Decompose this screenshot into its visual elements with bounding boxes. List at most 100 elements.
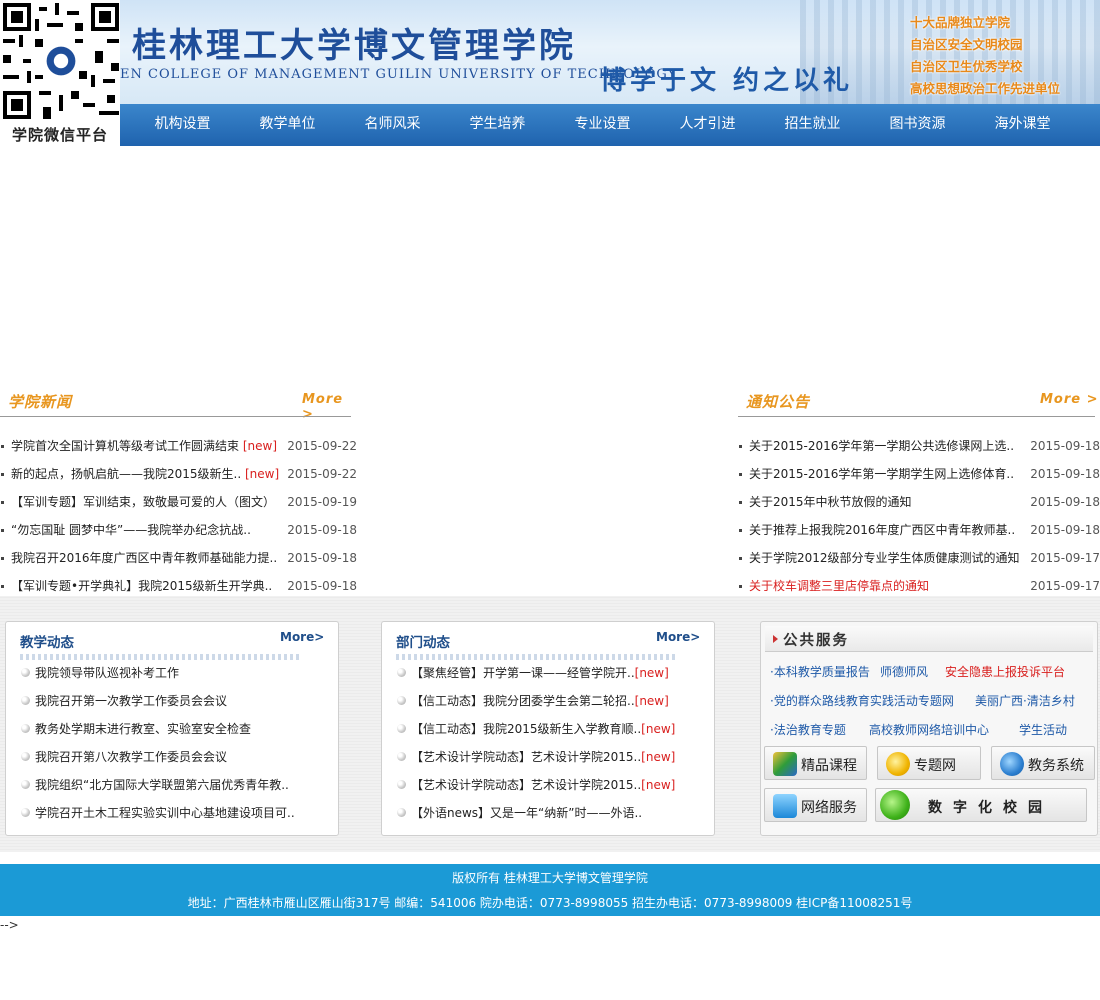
department-dynamics-panel: 部门动态 More> 【聚焦经管】开学第一课——经管学院开..[new] 【信工… — [381, 621, 715, 836]
dept-title: 部门动态 — [396, 635, 450, 651]
teaching-title: 教学动态 — [20, 635, 74, 651]
notice-divider — [738, 416, 1095, 417]
notice-date: 2015-09-18 — [1030, 495, 1100, 509]
nav-item-majors[interactable]: 专业设置 — [550, 104, 655, 146]
nav-item-teaching-units[interactable]: 教学单位 — [235, 104, 340, 146]
topic-site-button[interactable]: 专题网 — [877, 746, 981, 780]
honor-item: 高校思想政治工作先进单位 — [910, 81, 1061, 96]
service-link-law-education[interactable]: ·法治教育专题 — [770, 721, 846, 738]
school-name-en: EN COLLEGE OF MANAGEMENT GUILIN UNIVERSI… — [120, 67, 678, 82]
teaching-link[interactable]: 我院召开第一次教学工作委员会会议 — [35, 687, 227, 715]
notice-date: 2015-09-18 — [1030, 523, 1100, 537]
news-date: 2015-09-22 — [287, 467, 357, 481]
bullet-icon — [397, 696, 406, 705]
notice-link[interactable]: 关于学院2012级部分专业学生体质健康测试的通知 — [749, 544, 1020, 572]
school-motto: 博学于文 约之以礼 — [600, 66, 854, 96]
digital-campus-icon — [880, 790, 910, 820]
bullet-icon — [397, 808, 406, 817]
bullet-icon — [21, 752, 30, 761]
news-link[interactable]: 新的起点，扬帆启航——我院2015级新生.. [new] — [11, 460, 279, 488]
teaching-link[interactable]: 教务处学期末进行教室、实验室安全检查 — [35, 715, 251, 743]
service-link-teacher-ethics[interactable]: 师德师风 — [880, 663, 928, 680]
notice-link[interactable]: 关于2015-2016学年第一学期公共选修课网上选.. — [749, 432, 1014, 460]
header-banner: 桂林理工大学博文管理学院 EN COLLEGE OF MANAGEMENT GU… — [120, 0, 1100, 104]
list-item: 关于2015-2016学年第一学期学生网上选修体育.. 2015-09-18 — [738, 460, 1100, 488]
new-badge: [new] — [634, 666, 669, 680]
bullet-icon — [1, 445, 4, 448]
news-link[interactable]: 我院召开2016年度广西区中青年教师基础能力提.. — [11, 544, 277, 572]
academic-system-button[interactable]: 教务系统 — [991, 746, 1095, 780]
teaching-link[interactable]: 我院组织“北方国际大学联盟第六届优秀青年教.. — [35, 771, 289, 799]
news-link[interactable]: “勿忘国耻 圆梦中华”——我院举办纪念抗战.. — [11, 516, 251, 544]
digital-campus-button[interactable]: 数字化校园 — [875, 788, 1087, 822]
bullet-icon — [397, 724, 406, 733]
teaching-link[interactable]: 我院召开第八次教学工作委员会会议 — [35, 743, 227, 771]
dept-link[interactable]: 【信工动态】我院分团委学生会第二轮招..[new] — [411, 687, 669, 715]
globe-icon — [1000, 752, 1024, 776]
service-link-safety-report[interactable]: 安全隐患上报投诉平台 — [945, 663, 1065, 680]
bullet-icon — [397, 752, 406, 761]
secondary-section: 教学动态 More> 我院领导带队巡视补考工作 我院召开第一次教学工作委员会会议… — [0, 596, 1100, 852]
notice-date: 2015-09-18 — [1030, 439, 1100, 453]
nav-item-famous-teachers[interactable]: 名师风采 — [340, 104, 445, 146]
page-header: 学院微信平台 桂林理工大学博文管理学院 EN COLLEGE OF MANAGE… — [0, 0, 1100, 146]
list-item: 我院召开2016年度广西区中青年教师基础能力提.. 2015-09-18 — [0, 544, 360, 572]
nav-item-library[interactable]: 图书资源 — [865, 104, 970, 146]
dept-link[interactable]: 【聚焦经管】开学第一课——经管学院开..[new] — [411, 659, 669, 687]
notice-link[interactable]: 关于推荐上报我院2016年度广西区中青年教师基.. — [749, 516, 1015, 544]
bullet-icon — [1, 473, 4, 476]
notice-link[interactable]: 关于2015-2016学年第一学期学生网上选修体育.. — [749, 460, 1014, 488]
quality-course-button[interactable]: 精品课程 — [764, 746, 867, 780]
dept-link[interactable]: 【信工动态】我院2015级新生入学教育顺..[new] — [411, 715, 675, 743]
honor-item: 自治区卫生优秀学校 — [910, 59, 1023, 74]
dept-more-link[interactable]: More> — [656, 630, 700, 644]
teaching-link[interactable]: 我院领导带队巡视补考工作 — [35, 659, 179, 687]
new-badge: [new] — [242, 439, 278, 453]
notice-date: 2015-09-17 — [1030, 551, 1100, 565]
teaching-dynamics-panel: 教学动态 More> 我院领导带队巡视补考工作 我院召开第一次教学工作委员会会议… — [5, 621, 339, 836]
service-link-teaching-quality[interactable]: ·本科教学质量报告 — [770, 663, 870, 680]
news-more-link[interactable]: More > — [302, 392, 360, 422]
news-date: 2015-09-19 — [287, 495, 357, 509]
notice-title: 通知公告 — [746, 393, 811, 411]
new-badge: [new] — [641, 750, 676, 764]
bullet-icon — [739, 501, 742, 504]
monitor-icon — [773, 794, 797, 818]
list-item: 新的起点，扬帆启航——我院2015级新生.. [new] 2015-09-22 — [0, 460, 360, 488]
new-badge: [new] — [641, 778, 676, 792]
nav-item-overseas[interactable]: 海外课堂 — [970, 104, 1075, 146]
news-date: 2015-09-22 — [287, 439, 357, 453]
teaching-link[interactable]: 学院召开土木工程实验实训中心基地建设项目可.. — [35, 799, 295, 827]
service-link-teacher-training[interactable]: 高校教师网络培训中心 — [869, 721, 989, 738]
bullet-icon — [1, 501, 4, 504]
teaching-more-link[interactable]: More> — [280, 630, 324, 644]
list-item: 【军训专题】军训结束，致敬最可爱的人（图文） 2015-09-19 — [0, 488, 360, 516]
dept-link[interactable]: 【艺术设计学院动态】艺术设计学院2015..[new] — [411, 771, 675, 799]
bullet-icon — [21, 696, 30, 705]
network-service-button[interactable]: 网络服务 — [764, 788, 867, 822]
honor-item: 十大品牌独立学院 — [910, 15, 1011, 30]
list-item: 学院首次全国计算机等级考试工作圆满结束 [new] 2015-09-22 — [0, 432, 360, 460]
notice-more-link[interactable]: More > — [1040, 392, 1099, 407]
services-header: 公共服务 — [765, 626, 1093, 652]
list-item: 关于2015-2016学年第一学期公共选修课网上选.. 2015-09-18 — [738, 432, 1100, 460]
nav-item-student-training[interactable]: 学生培养 — [445, 104, 550, 146]
page-footer: 版权所有 桂林理工大学博文管理学院 地址：广西桂林市雁山区雁山街317号 邮编：… — [0, 864, 1100, 916]
news-title: 学院新闻 — [8, 393, 73, 411]
new-badge: [new] — [641, 722, 676, 736]
wechat-qr-block: 学院微信平台 — [0, 0, 120, 146]
nav-item-admissions[interactable]: 招生就业 — [760, 104, 865, 146]
service-link-beautiful-guangxi[interactable]: 美丽广西·清洁乡村 — [975, 692, 1075, 709]
honors-list: 十大品牌独立学院 自治区安全文明校园 自治区卫生优秀学校 高校思想政治工作先进单… — [910, 12, 1060, 100]
nav-item-talent-recruitment[interactable]: 人才引进 — [655, 104, 760, 146]
nav-item-organization[interactable]: 机构设置 — [130, 104, 235, 146]
bullet-icon — [1, 529, 4, 532]
news-link[interactable]: 【军训专题】军训结束，致敬最可爱的人（图文） — [11, 488, 275, 516]
news-link[interactable]: 学院首次全国计算机等级考试工作圆满结束 [new] — [11, 432, 277, 460]
dept-link[interactable]: 【艺术设计学院动态】艺术设计学院2015..[new] — [411, 743, 675, 771]
service-link-student-activities[interactable]: 学生活动 — [1019, 721, 1067, 738]
dept-link[interactable]: 【外语news】又是一年“纳新”时——外语.. — [411, 799, 642, 827]
notice-link[interactable]: 关于2015年中秋节放假的通知 — [749, 488, 912, 516]
service-link-party-line[interactable]: ·党的群众路线教育实践活动专题网 — [770, 692, 954, 709]
bullet-icon — [21, 808, 30, 817]
